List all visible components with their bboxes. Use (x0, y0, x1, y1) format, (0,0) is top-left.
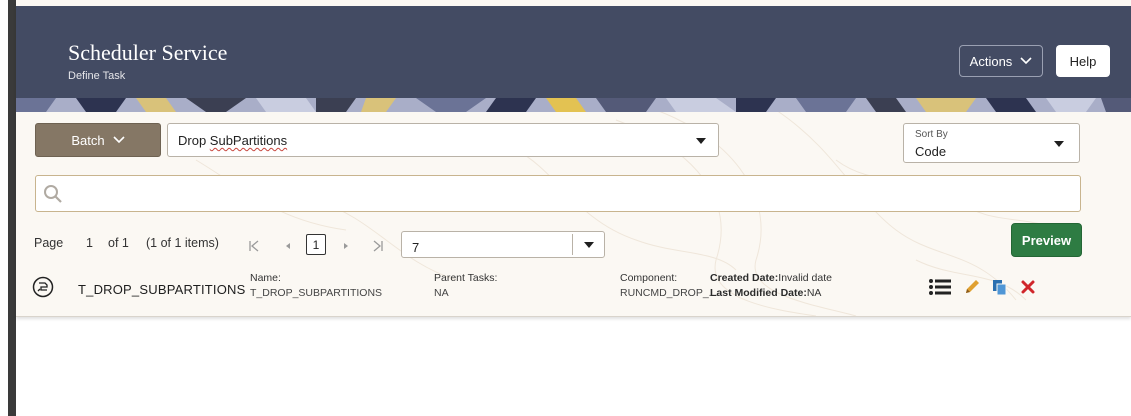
created-date-label: Created Date: (710, 272, 779, 284)
task-name-value: T_DROP_SUBPARTITIONS (250, 287, 383, 299)
process-icon (32, 276, 54, 298)
search-icon (44, 185, 62, 203)
chevron-down-icon (113, 136, 125, 144)
created-date: Created Date:Invalid date (710, 272, 832, 284)
preview-button[interactable]: Preview (1011, 223, 1082, 257)
task-select-value-word: SubPartitions (209, 133, 288, 148)
select-divider (572, 234, 573, 255)
window-edge (8, 0, 16, 416)
list-icon[interactable] (928, 277, 952, 297)
task-code[interactable]: T_DROP_SUBPARTITIONS (78, 282, 246, 297)
decorative-banner (16, 98, 1131, 112)
actions-button-label: Actions (969, 53, 1013, 69)
component-value: RUNCMD_DROP_... (620, 287, 718, 299)
batch-button-label: Batch (71, 132, 105, 148)
dropdown-caret-icon (1054, 141, 1064, 147)
task-select-value: Drop SubPartitions (178, 133, 287, 148)
pencil-icon[interactable] (963, 277, 981, 297)
actions-menu-button[interactable]: Actions (959, 45, 1043, 77)
close-icon[interactable] (1019, 277, 1037, 297)
dropdown-caret-icon (584, 242, 594, 248)
page-size-value: 7 (412, 240, 420, 255)
task-name-label: Name: (250, 272, 281, 284)
modified-date-label: Last Modified Date: (710, 287, 807, 299)
sort-by-value: Code (915, 144, 947, 159)
copy-icon[interactable] (991, 277, 1009, 297)
previous-page-icon[interactable] (284, 240, 292, 252)
created-date-value: Invalid date (778, 272, 832, 284)
sort-by-select[interactable]: Sort By Code (903, 123, 1080, 163)
dropdown-caret-icon (696, 138, 706, 144)
page-number-input[interactable]: 1 (306, 234, 326, 255)
batch-type-dropdown[interactable]: Batch (35, 123, 161, 157)
task-select[interactable]: Drop SubPartitions (167, 123, 719, 157)
page-title: Scheduler Service (68, 40, 228, 65)
last-page-icon[interactable] (372, 240, 384, 252)
current-page: 1 (86, 236, 93, 250)
page-label: Page (34, 236, 64, 250)
task-select-value-prefix: Drop (178, 133, 210, 148)
define-task-panel: Scheduler Service Define Task Actions He… (16, 0, 1131, 317)
page-size-select[interactable]: 7 (401, 231, 605, 258)
parent-tasks-value: NA (434, 287, 449, 299)
component-label: Component: (620, 272, 678, 284)
page-header: Scheduler Service Define Task Actions He… (16, 6, 1131, 98)
chevron-down-icon (1020, 57, 1032, 65)
search-input[interactable] (35, 175, 1081, 212)
items-summary: (1 of 1 items) (146, 236, 219, 250)
modified-date-value: NA (806, 287, 822, 299)
help-button[interactable]: Help (1056, 45, 1110, 77)
modified-date: Last Modified Date:NA (710, 287, 821, 299)
next-page-icon[interactable] (342, 240, 350, 252)
page-subtitle: Define Task (68, 70, 126, 82)
sort-by-label: Sort By (915, 129, 948, 140)
parent-tasks-label: Parent Tasks: (434, 272, 498, 284)
page-count: of 1 (108, 236, 129, 250)
first-page-icon[interactable] (248, 240, 260, 252)
